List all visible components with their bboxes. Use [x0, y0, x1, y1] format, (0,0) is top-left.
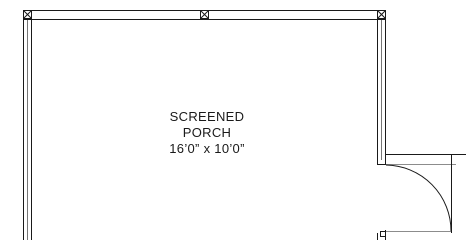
post-marker-top-right [377, 10, 386, 19]
post-marker-top-middle [200, 10, 209, 19]
room-name-line1: SCREENED [169, 109, 245, 124]
post-marker-top-left [23, 10, 32, 19]
room-label: SCREENED PORCH 16’0” x 10’0” [0, 109, 414, 157]
door-swing [380, 154, 466, 237]
room-dimensions: 16’0” x 10’0” [169, 141, 245, 156]
room-name-line2: PORCH [182, 125, 232, 140]
